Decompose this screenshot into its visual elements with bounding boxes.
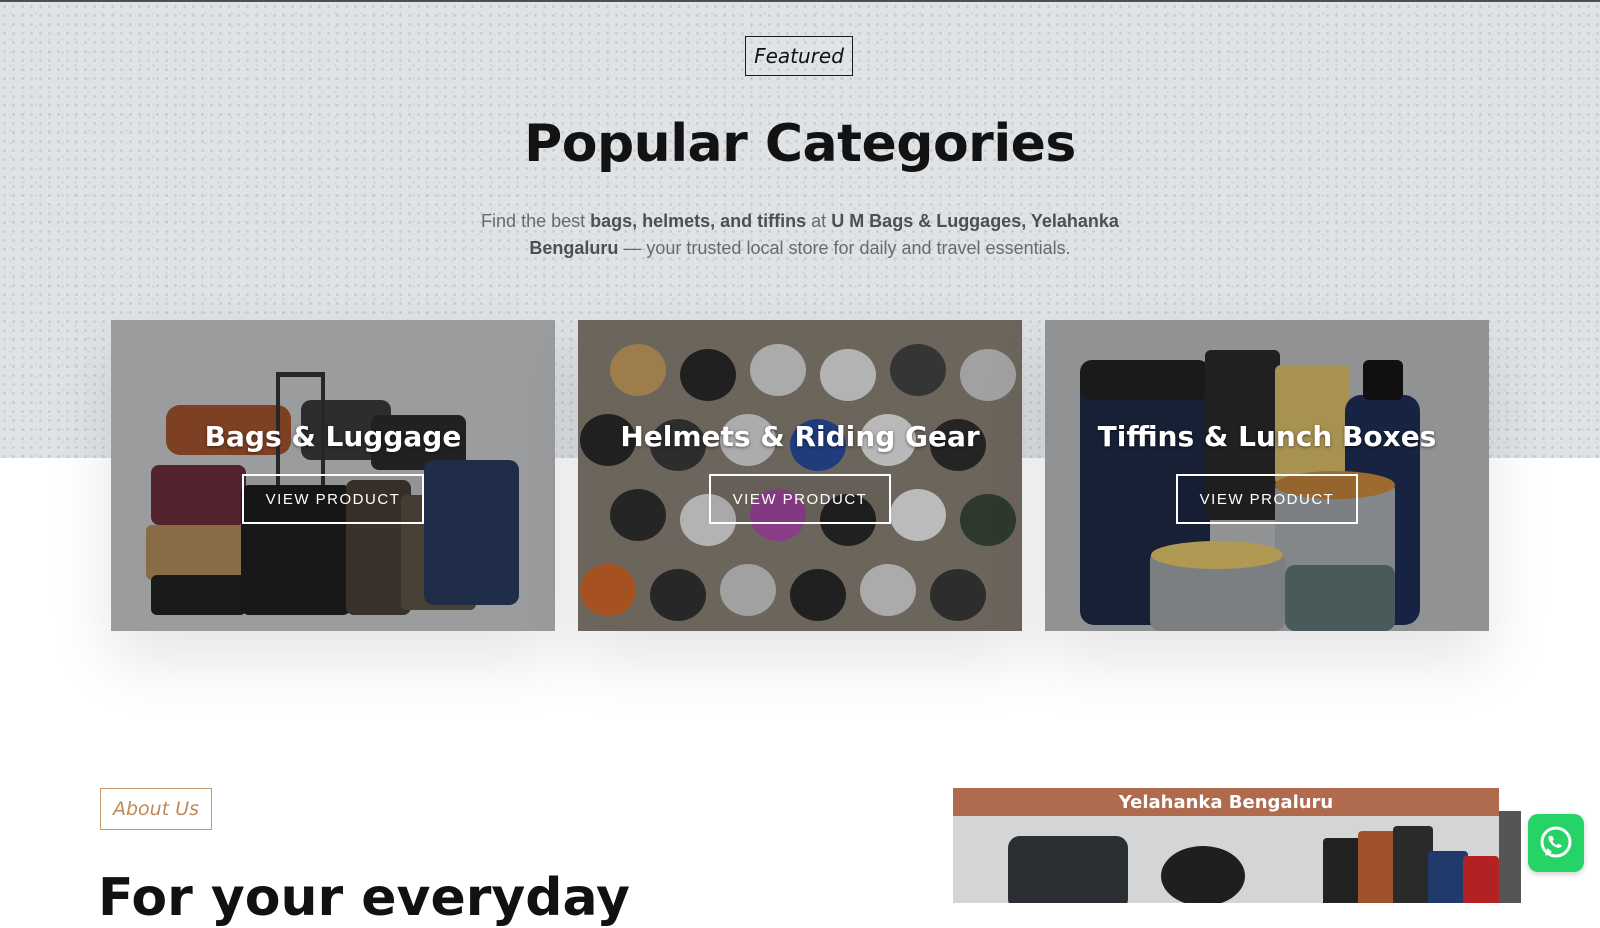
store-promo-image: Yelahanka Bengaluru — [953, 788, 1499, 903]
category-card-helmets[interactable]: Helmets & Riding Gear VIEW PRODUCT — [578, 320, 1022, 631]
section-subtitle: Find the best bags, helmets, and tiffins… — [481, 211, 1119, 258]
side-tab — [1499, 811, 1521, 903]
whatsapp-button[interactable] — [1528, 814, 1584, 872]
category-card-tiffins[interactable]: Tiffins & Lunch Boxes VIEW PRODUCT — [1045, 320, 1489, 631]
card-title: Tiffins & Lunch Boxes — [1097, 420, 1437, 453]
view-product-button[interactable]: VIEW PRODUCT — [242, 474, 424, 524]
view-product-button[interactable]: VIEW PRODUCT — [709, 474, 891, 524]
store-products-photo — [953, 816, 1499, 903]
section-title: Popular Categories — [524, 114, 1076, 174]
card-title: Bags & Luggage — [204, 420, 462, 453]
promo-banner: Yelahanka Bengaluru — [953, 788, 1499, 816]
about-heading: For your everyday — [98, 868, 630, 928]
about-us-badge: About Us — [100, 788, 212, 830]
category-card-bags[interactable]: Bags & Luggage VIEW PRODUCT — [111, 320, 555, 631]
card-title: Helmets & Riding Gear — [620, 420, 980, 453]
featured-badge: Featured — [745, 36, 853, 76]
whatsapp-icon — [1540, 826, 1572, 858]
view-product-button[interactable]: VIEW PRODUCT — [1176, 474, 1358, 524]
